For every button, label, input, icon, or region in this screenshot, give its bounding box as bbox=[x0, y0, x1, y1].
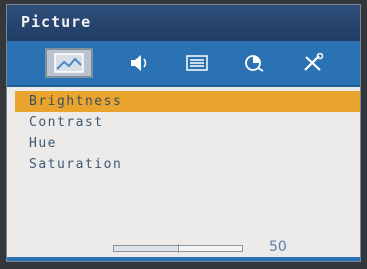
tab-tools[interactable] bbox=[293, 48, 333, 78]
tools-icon bbox=[300, 53, 326, 73]
brightness-slider[interactable] bbox=[113, 244, 243, 253]
tab-picture[interactable] bbox=[45, 48, 93, 78]
picture-settings-list: Brightness Contrast Hue Saturation bbox=[15, 91, 360, 175]
category-tab-bar bbox=[7, 41, 360, 87]
picture-icon bbox=[54, 53, 84, 73]
menu-item-hue[interactable]: Hue bbox=[15, 133, 360, 154]
menu-item-brightness[interactable]: Brightness bbox=[15, 91, 360, 112]
menu-item-contrast[interactable]: Contrast bbox=[15, 112, 360, 133]
tab-options[interactable] bbox=[177, 48, 217, 78]
page-title: Picture bbox=[21, 13, 92, 31]
bottom-strip bbox=[7, 257, 360, 261]
speaker-icon bbox=[126, 53, 152, 73]
color-icon bbox=[240, 53, 266, 73]
monitor-bezel: Picture Brightness Contrast Hue Saturati… bbox=[0, 0, 367, 269]
list-icon bbox=[185, 53, 209, 73]
tab-audio[interactable] bbox=[119, 48, 159, 78]
slider-thumb[interactable] bbox=[178, 244, 179, 253]
osd-menu: Picture Brightness Contrast Hue Saturati… bbox=[6, 4, 361, 262]
slider-fill bbox=[114, 246, 178, 251]
slider-value: 50 bbox=[269, 239, 287, 255]
menu-item-saturation[interactable]: Saturation bbox=[15, 154, 360, 175]
tab-color[interactable] bbox=[233, 48, 273, 78]
title-bar: Picture bbox=[7, 5, 360, 41]
